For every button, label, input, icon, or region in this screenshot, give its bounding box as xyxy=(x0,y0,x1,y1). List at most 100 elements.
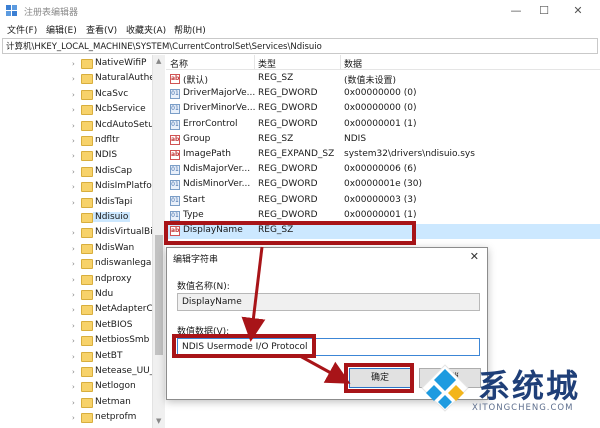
column-divider[interactable] xyxy=(340,55,341,70)
watermark-logo-icon xyxy=(421,364,469,412)
column-divider[interactable] xyxy=(254,55,255,70)
value-row[interactable]: ab ImagePath REG_EXPAND_SZ system32\drivers… xyxy=(166,148,600,163)
scroll-up-icon[interactable]: ▲ xyxy=(156,57,161,65)
tree-item-label: Netman xyxy=(95,396,131,407)
folder-icon xyxy=(81,413,93,424)
chevron-right-icon[interactable]: › xyxy=(72,91,80,100)
dialog-close-icon[interactable]: ✕ xyxy=(470,250,479,263)
tree-item[interactable]: › NdisCap xyxy=(0,165,152,180)
tree-item[interactable]: Ndisuio xyxy=(0,211,152,226)
chevron-right-icon[interactable]: › xyxy=(72,276,80,285)
tree-item[interactable]: › ndproxy xyxy=(0,273,152,288)
value-name: Group xyxy=(183,133,211,144)
tree-item[interactable]: › NetBT xyxy=(0,350,152,365)
maximize-button[interactable]: ☐ xyxy=(536,4,552,18)
value-row[interactable]: 01 ErrorControl REG_DWORD 0x00000001 (1) xyxy=(166,118,600,133)
chevron-right-icon[interactable]: › xyxy=(72,245,80,254)
chevron-right-icon[interactable]: › xyxy=(72,399,80,408)
menu-edit[interactable]: 编辑(E) xyxy=(46,23,77,36)
value-data: 0x00000000 (0) xyxy=(344,103,417,114)
menu-view[interactable]: 查看(V) xyxy=(86,23,117,36)
tree-item-label: netprofm xyxy=(95,412,137,423)
tree-item-label: NaturalAuthe xyxy=(95,73,152,84)
value-row[interactable]: 01 Start REG_DWORD 0x00000003 (3) xyxy=(166,194,600,209)
registry-editor-icon xyxy=(6,5,17,16)
value-row[interactable]: 01 DriverMinorVe... REG_DWORD 0x00000000 (0… xyxy=(166,102,600,117)
tree-item[interactable]: › Netlogon xyxy=(0,380,152,395)
chevron-right-icon[interactable]: › xyxy=(72,229,80,238)
tree-item[interactable]: › Ndu xyxy=(0,288,152,303)
chevron-right-icon[interactable]: › xyxy=(72,199,80,208)
chevron-right-icon[interactable]: › xyxy=(72,152,80,161)
chevron-right-icon[interactable]: › xyxy=(72,383,80,392)
chevron-right-icon[interactable]: › xyxy=(72,183,80,192)
tree-item[interactable]: › NetBIOS xyxy=(0,319,152,334)
chevron-right-icon[interactable]: › xyxy=(72,322,80,331)
chevron-right-icon[interactable]: › xyxy=(72,306,80,315)
highlight-displayname xyxy=(164,221,416,245)
tree-item[interactable]: › NdisWan xyxy=(0,242,152,257)
tree-item[interactable]: › NetbiosSmb xyxy=(0,334,152,349)
tree-item-label: NdisImPlatfo xyxy=(95,181,152,192)
folder-icon xyxy=(81,59,93,69)
value-row[interactable]: 01 NdisMinorVer... REG_DWORD 0x0000001e (30… xyxy=(166,178,600,193)
column-data[interactable]: 数据 xyxy=(344,57,362,70)
scroll-thumb[interactable] xyxy=(155,235,163,355)
tree-item[interactable]: › ndiswanlegac xyxy=(0,257,152,272)
value-data: 0x00000001 (1) xyxy=(344,118,417,129)
string-value-icon: ab xyxy=(170,74,180,84)
value-name: NdisMinorVer... xyxy=(183,179,251,190)
tree-item[interactable]: › NcbService xyxy=(0,103,152,118)
chevron-right-icon[interactable]: › xyxy=(72,60,80,69)
value-type: REG_DWORD xyxy=(258,194,318,205)
folder-icon xyxy=(81,351,93,362)
tree-item[interactable]: › NaturalAuthe xyxy=(0,72,152,87)
tree-item[interactable]: › Netease_UU_ xyxy=(0,365,152,380)
value-data: (数值未设置) xyxy=(344,76,397,86)
chevron-right-icon[interactable]: › xyxy=(72,353,80,362)
string-value-icon: ab xyxy=(170,150,180,160)
address-bar[interactable]: 计算机\HKEY_LOCAL_MACHINE\SYSTEM\CurrentCon… xyxy=(2,38,598,54)
tree-item[interactable]: › netprofm xyxy=(0,411,152,426)
chevron-right-icon[interactable]: › xyxy=(72,137,80,146)
tree-item[interactable]: › NdisTapi xyxy=(0,196,152,211)
value-row[interactable]: ab Group REG_SZ NDIS xyxy=(166,133,600,148)
tree-item[interactable]: › NativeWifiP xyxy=(0,57,152,72)
tree-item-label: NetBT xyxy=(95,350,123,361)
menu-help[interactable]: 帮助(H) xyxy=(174,23,206,36)
menu-file[interactable]: 文件(F) xyxy=(7,23,37,36)
value-row[interactable]: ab (默认) REG_SZ (数值未设置) xyxy=(166,72,600,87)
tree-item[interactable]: › Netman xyxy=(0,396,152,411)
value-name: ErrorControl xyxy=(183,118,238,129)
close-button[interactable]: ✕ xyxy=(570,4,586,18)
tree-item-label: ndfltr xyxy=(95,135,120,145)
tree-item[interactable]: › NcdAutoSetu xyxy=(0,119,152,134)
scroll-down-icon[interactable]: ▼ xyxy=(156,417,161,425)
chevron-right-icon[interactable]: › xyxy=(72,414,80,423)
column-name[interactable]: 名称 xyxy=(170,57,188,70)
chevron-right-icon[interactable]: › xyxy=(72,260,80,269)
tree-item[interactable]: › ndfltr xyxy=(0,134,152,149)
tree-item[interactable]: › NcaSvc xyxy=(0,88,152,103)
value-data: 0x00000003 (3) xyxy=(344,194,417,205)
chevron-right-icon[interactable]: › xyxy=(72,337,80,346)
tree-item[interactable]: › NdisVirtualBi xyxy=(0,226,152,241)
folder-icon xyxy=(81,166,93,177)
chevron-right-icon[interactable]: › xyxy=(72,291,80,300)
chevron-right-icon[interactable]: › xyxy=(72,106,80,115)
value-row[interactable]: 01 NdisMajorVer... REG_DWORD 0x00000006 (6) xyxy=(166,163,600,178)
chevron-right-icon[interactable]: › xyxy=(72,168,80,177)
tree-item[interactable]: › NetAdapterC xyxy=(0,303,152,318)
column-type[interactable]: 类型 xyxy=(258,57,276,70)
value-row[interactable]: 01 DriverMajorVe... REG_DWORD 0x00000000 (0… xyxy=(166,87,600,102)
tree-item-label: Netease_UU_ xyxy=(95,366,152,376)
value-name: (默认) xyxy=(183,76,209,86)
menu-favorites[interactable]: 收藏夹(A) xyxy=(126,23,166,36)
chevron-right-icon[interactable]: › xyxy=(72,75,80,84)
value-list-header: 名称 类型 数据 xyxy=(166,55,600,70)
tree-item[interactable]: › NdisImPlatfo xyxy=(0,180,152,195)
chevron-right-icon[interactable]: › xyxy=(72,368,80,377)
tree-item[interactable]: › NDIS xyxy=(0,149,152,164)
minimize-button[interactable]: — xyxy=(508,4,524,18)
chevron-right-icon[interactable]: › xyxy=(72,122,80,131)
